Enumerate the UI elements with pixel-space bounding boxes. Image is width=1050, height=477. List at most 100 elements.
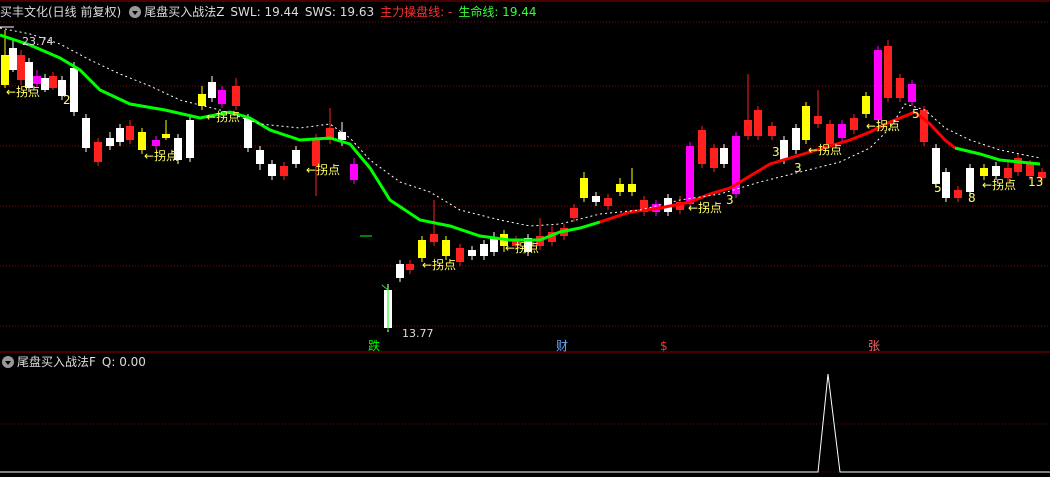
count-label: 3	[726, 193, 734, 207]
candle-body	[126, 126, 134, 140]
life-line-value: 生命线: 19.44	[458, 5, 537, 19]
candle-body	[208, 82, 216, 98]
turn-point-label: ←拐点	[982, 177, 1016, 192]
candle-body	[106, 138, 114, 146]
candle-body	[468, 250, 476, 256]
sub-indicator-header: 尾盘买入战法F Q: 0.00	[0, 353, 152, 371]
candle-body	[406, 264, 414, 270]
life-line-green	[954, 146, 1041, 166]
candle-body	[802, 106, 810, 140]
signal-marker: 张	[868, 339, 880, 353]
turn-point-label: ←拐点	[866, 118, 900, 133]
candle-body	[580, 178, 588, 198]
candle-body	[744, 120, 752, 136]
candle-body	[198, 94, 206, 106]
count-label: 3	[772, 145, 780, 159]
candle-body	[814, 116, 822, 124]
count-label: 3	[794, 161, 802, 175]
candle-body	[218, 90, 226, 104]
count-label: 2	[63, 93, 71, 107]
turn-point-label: ←拐点	[306, 162, 340, 177]
candle-body	[490, 238, 498, 252]
candle-body	[942, 172, 950, 198]
candle-body	[442, 240, 450, 256]
candle-body	[754, 110, 762, 136]
count-label: 5	[934, 181, 942, 195]
candle-body	[338, 132, 346, 140]
candle-body	[966, 168, 974, 192]
sub-indicator-name[interactable]: 尾盘买入战法F	[17, 353, 96, 371]
candle-body	[244, 118, 252, 148]
candle-body	[862, 96, 870, 114]
candle-body	[186, 120, 194, 158]
candle-body	[268, 164, 276, 176]
candle-body	[292, 150, 300, 164]
chevron-down-icon[interactable]	[2, 356, 14, 368]
turn-point-label: ←拐点	[808, 142, 842, 157]
candle-body	[152, 140, 160, 146]
main-indicator-header: 买丰文化(日线 前复权) 尾盘买入战法Z SWL: 19.44 SWS: 19.…	[0, 3, 543, 21]
candle-body	[162, 134, 170, 138]
turn-point-label: ←拐点	[422, 257, 456, 272]
count-label: 8	[968, 191, 976, 205]
grid-lines	[0, 0, 1050, 473]
main-line-value: 主力操盘线: -	[380, 5, 453, 19]
candle-body	[884, 46, 892, 98]
candle-body	[232, 86, 240, 106]
candle-body	[792, 128, 800, 150]
candle-body	[874, 50, 882, 120]
count-label: 5	[912, 107, 920, 121]
candle-body	[456, 248, 464, 262]
indicator-name[interactable]: 尾盘买入战法Z	[144, 3, 224, 21]
chevron-down-icon[interactable]	[129, 6, 142, 18]
candle-body	[850, 118, 858, 130]
candle-body	[1, 55, 9, 85]
candle-body	[592, 196, 600, 202]
candle-body	[1004, 168, 1012, 178]
sub-chart	[0, 373, 1050, 473]
candle-body	[480, 244, 488, 256]
swl-value: SWL: 19.44	[230, 5, 299, 19]
candle-body	[41, 78, 49, 90]
turn-point-label: ←拐点	[505, 240, 539, 255]
candle-body	[920, 110, 928, 142]
candle-body	[430, 234, 438, 242]
candle-body	[94, 142, 102, 162]
candlesticks	[1, 30, 1046, 332]
candle-body	[33, 76, 41, 84]
q-value: Q: 0.00	[101, 355, 146, 369]
candle-body	[70, 68, 78, 112]
candle-body	[17, 55, 25, 80]
low-price-label: 13.77	[402, 327, 434, 340]
candle-body	[49, 76, 57, 88]
signal-marker: 财	[556, 339, 568, 353]
candle-body	[826, 124, 834, 144]
candle-body	[628, 184, 636, 192]
candle-body	[138, 132, 146, 150]
candle-body	[932, 148, 940, 184]
candle-body	[896, 78, 904, 98]
candle-body	[350, 164, 358, 180]
turn-point-label: ←拐点	[206, 109, 240, 124]
candle-body	[280, 166, 288, 176]
candle-body	[82, 118, 90, 148]
high-price-label: 23.74	[22, 35, 54, 48]
candle-body	[686, 146, 694, 204]
candle-body	[570, 208, 578, 218]
candle-body	[9, 48, 17, 70]
candle-body	[992, 166, 1000, 176]
candle-body	[616, 184, 624, 192]
candle-body	[698, 130, 706, 164]
q-line	[0, 373, 1050, 473]
candle-body	[312, 138, 320, 166]
signal-marker: $	[660, 339, 668, 353]
candle-body	[838, 124, 846, 138]
price-chart: 23.74 13.77 ←拐点 ←拐点 ←拐点 ←拐点 ←拐点 ←拐点 ←拐点 ←拐点 ←拐点 ←…	[0, 0, 1050, 473]
count-label: 13	[1028, 175, 1043, 189]
signal-marker: 跌	[368, 338, 380, 353]
candle-body	[710, 148, 718, 168]
candle-body	[720, 148, 728, 164]
turn-point-label: ←拐点	[144, 148, 178, 163]
stock-title: 买丰文化(日线 前复权)	[0, 5, 122, 19]
sws-value: SWS: 19.63	[304, 5, 375, 19]
